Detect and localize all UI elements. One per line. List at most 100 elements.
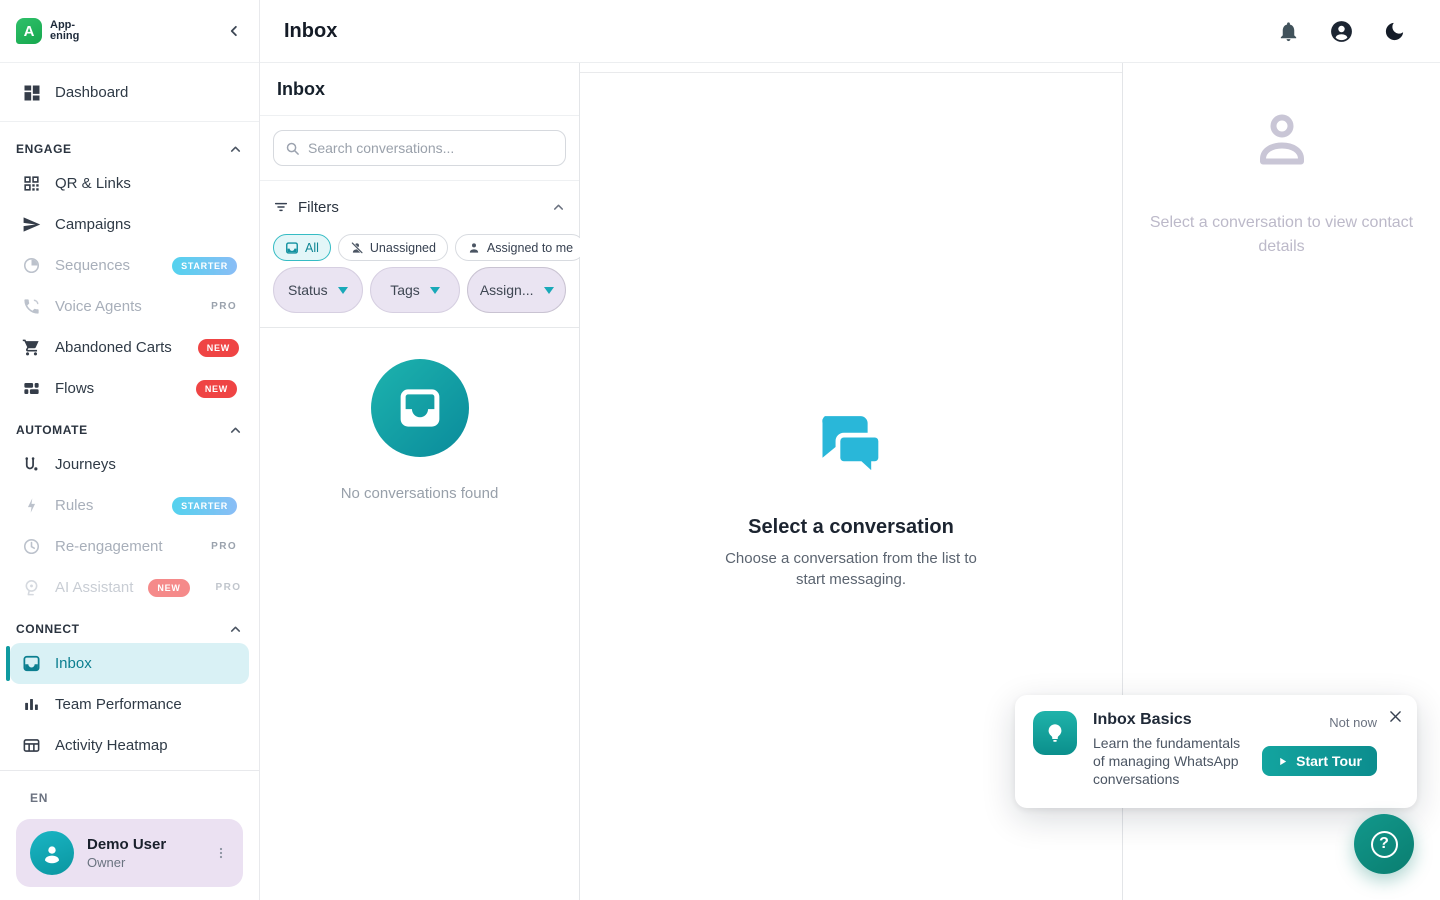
starter-badge: STARTER	[172, 257, 237, 275]
account-icon[interactable]	[1329, 19, 1354, 44]
section-items-engage: QR & Links Campaigns Sequences STARTER	[0, 163, 259, 409]
sidebar-item-re-engagement[interactable]: Re-engagement PRO	[10, 526, 249, 567]
sidebar: A App- ening Dashboard	[0, 0, 260, 900]
chevron-up-icon[interactable]	[228, 142, 243, 157]
filter-chip-all[interactable]: All	[273, 234, 331, 261]
filter-dropdown-row: Status Tags Assign...	[273, 267, 566, 313]
chevron-up-icon[interactable]	[228, 622, 243, 637]
chevron-up-icon[interactable]	[228, 423, 243, 438]
section-header-engage: ENGAGE	[0, 138, 259, 160]
sidebar-item-label: Rules	[55, 497, 93, 514]
inbox-icon	[22, 654, 42, 674]
brand-logo-icon: A	[16, 18, 42, 44]
conversation-list-panel: Inbox Filters	[260, 63, 580, 900]
filters-title: Filters	[298, 199, 339, 216]
bar-chart-icon	[22, 695, 42, 715]
user-menu-kebab-icon[interactable]	[213, 845, 229, 861]
status-dropdown[interactable]: Status	[273, 267, 363, 313]
sidebar-item-campaigns[interactable]: Campaigns	[10, 204, 249, 245]
tags-dropdown[interactable]: Tags	[370, 267, 461, 313]
chat-empty-body: Choose a conversation from the list to s…	[715, 548, 987, 590]
sequence-dial-icon	[22, 256, 42, 276]
app-root: A App- ening Dashboard	[0, 0, 1440, 900]
help-fab-button[interactable]: ?	[1354, 814, 1414, 874]
list-panel-header: Inbox	[260, 63, 579, 116]
filter-chip-assigned-to-me[interactable]: Assigned to me	[455, 234, 585, 261]
new-badge: NEW	[148, 579, 189, 597]
chat-bubbles-icon	[813, 409, 889, 490]
section-label: AUTOMATE	[16, 423, 88, 437]
sidebar-item-dashboard[interactable]: Dashboard	[10, 72, 249, 113]
sidebar-item-label: Abandoned Carts	[55, 339, 172, 356]
search-icon	[285, 141, 300, 156]
dropdown-label: Status	[288, 282, 328, 298]
chat-empty-title: Select a conversation	[748, 516, 954, 539]
sidebar-item-sequences[interactable]: Sequences STARTER	[10, 245, 249, 286]
assignee-dropdown[interactable]: Assign...	[467, 267, 566, 313]
chevron-up-icon[interactable]	[551, 200, 566, 215]
person-off-icon	[350, 241, 364, 255]
lightning-icon	[22, 496, 42, 516]
psychology-icon	[22, 578, 42, 598]
sidebar-item-activity-heatmap[interactable]: Activity Heatmap	[10, 725, 249, 766]
onboarding-toast: Inbox Basics Learn the fundamentals of m…	[1015, 695, 1417, 808]
new-badge: NEW	[196, 380, 237, 398]
sidebar-item-label: Inbox	[55, 655, 92, 672]
sidebar-item-qr-links[interactable]: QR & Links	[10, 163, 249, 204]
sidebar-item-rules[interactable]: Rules STARTER	[10, 485, 249, 526]
user-card[interactable]: Demo User Owner	[16, 819, 243, 887]
conversation-list-empty-state: No conversations found	[260, 328, 579, 900]
sidebar-item-voice-agents[interactable]: Voice Agents PRO	[10, 286, 249, 327]
inbox-icon	[285, 241, 299, 255]
search-conversations-input[interactable]	[308, 140, 554, 156]
filter-chip-label: Unassigned	[370, 241, 436, 255]
dark-mode-moon-icon[interactable]	[1383, 20, 1406, 43]
sidebar-nav: Dashboard ENGAGE QR & Links	[0, 63, 259, 770]
sidebar-logo-row: A App- ening	[0, 0, 259, 63]
sidebar-item-journeys[interactable]: Journeys	[10, 444, 249, 485]
not-now-button[interactable]: Not now	[1329, 715, 1377, 730]
page-title: Inbox	[284, 20, 337, 43]
sidebar-item-label: QR & Links	[55, 175, 131, 192]
filters-header: Filters	[273, 195, 566, 219]
qr-code-icon	[22, 174, 42, 194]
notifications-bell-icon[interactable]	[1277, 20, 1300, 43]
section-label: ENGAGE	[16, 142, 72, 156]
language-selector[interactable]: EN	[16, 791, 243, 805]
dashboard-icon	[22, 83, 42, 103]
active-accent-bar	[6, 646, 10, 681]
sidebar-item-flows[interactable]: Flows NEW	[10, 368, 249, 409]
cart-icon	[22, 338, 42, 358]
empty-inbox-icon	[371, 359, 469, 457]
dropdown-label: Assign...	[480, 282, 534, 298]
sidebar-collapse-button[interactable]	[225, 22, 243, 40]
sidebar-footer: EN Demo User Owner	[0, 770, 259, 900]
person-icon	[467, 241, 481, 255]
toast-body: Learn the fundamentals of managing Whats…	[1093, 734, 1246, 788]
route-icon	[22, 455, 42, 475]
sidebar-item-label: Activity Heatmap	[55, 737, 168, 754]
pro-tag: PRO	[216, 582, 242, 593]
section-header-automate: AUTOMATE	[0, 419, 259, 441]
sidebar-item-label: Dashboard	[55, 84, 128, 101]
filter-chip-unassigned[interactable]: Unassigned	[338, 234, 448, 261]
brand-name: App- ening	[50, 20, 79, 42]
sidebar-item-team-performance[interactable]: Team Performance	[10, 684, 249, 725]
filters-block: Filters All	[260, 181, 579, 328]
pro-tag: PRO	[211, 541, 237, 552]
sidebar-item-label: Sequences	[55, 257, 130, 274]
toast-content: Inbox Basics Learn the fundamentals of m…	[1093, 711, 1246, 788]
sidebar-item-inbox[interactable]: Inbox	[10, 643, 249, 684]
chevron-left-icon	[225, 22, 243, 40]
section-items-connect: Inbox Team Performance Activity Heatmap	[0, 643, 259, 766]
phone-call-icon	[22, 297, 42, 317]
play-icon	[1277, 756, 1288, 767]
sidebar-item-ai-assistant[interactable]: AI Assistant NEW PRO	[10, 567, 249, 608]
sidebar-item-abandoned-carts[interactable]: Abandoned Carts NEW	[10, 327, 249, 368]
search-box[interactable]	[273, 130, 566, 166]
close-icon[interactable]	[1387, 708, 1404, 725]
caret-down-icon	[338, 287, 348, 294]
search-block	[260, 116, 579, 181]
pro-tag: PRO	[211, 301, 237, 312]
start-tour-button[interactable]: Start Tour	[1262, 746, 1377, 776]
